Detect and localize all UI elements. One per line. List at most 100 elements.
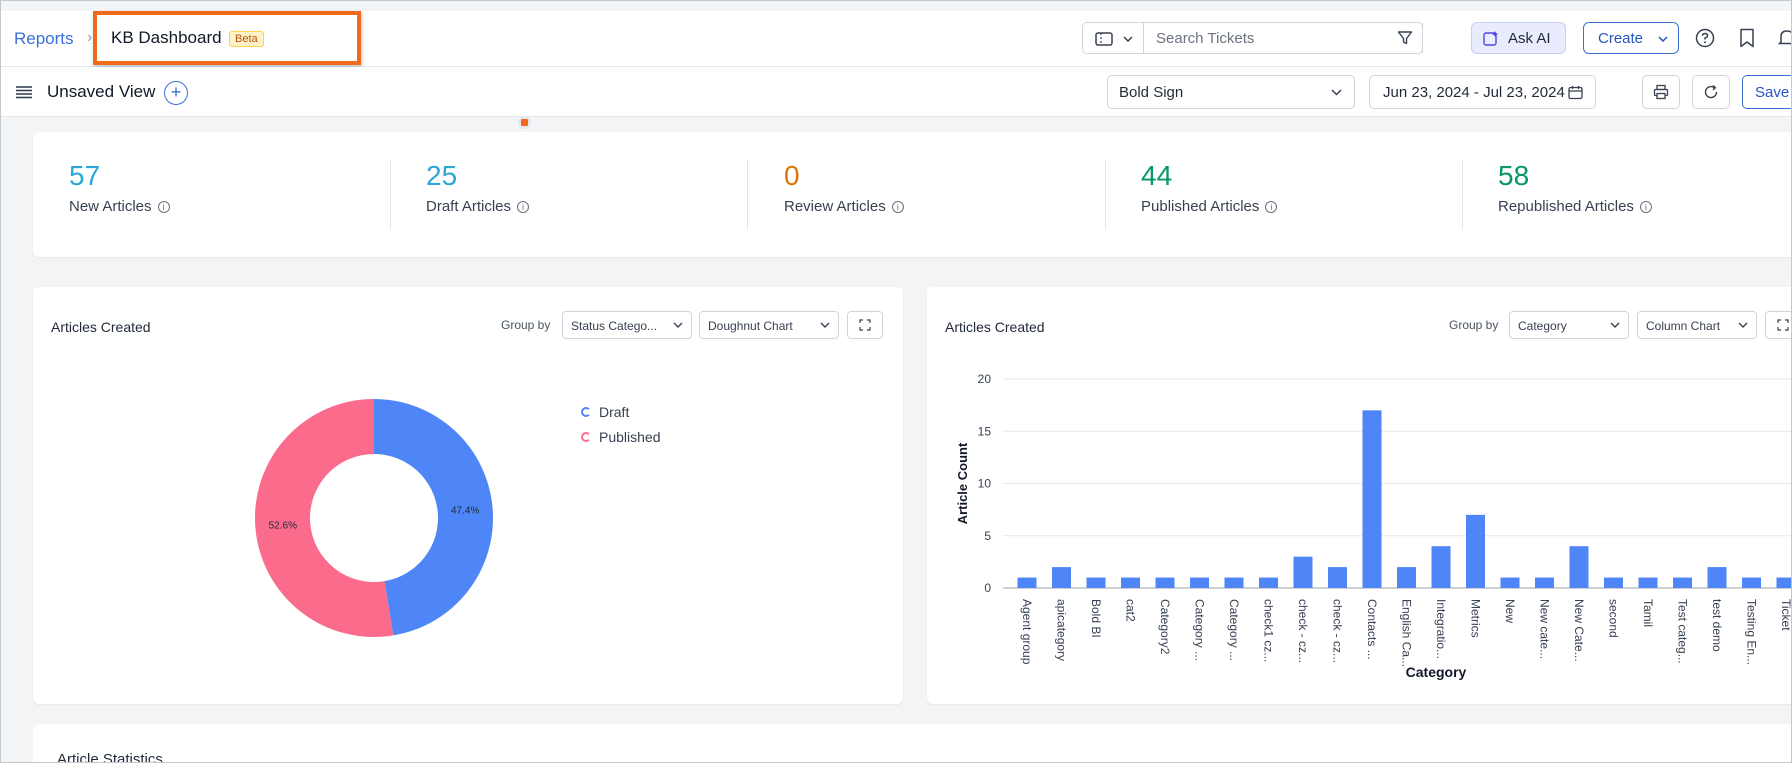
legend-label: Draft <box>599 403 630 420</box>
chart-legend: Draft Published <box>581 399 661 449</box>
bar[interactable] <box>1155 577 1175 588</box>
print-button[interactable] <box>1642 75 1680 109</box>
bar[interactable] <box>1293 556 1313 588</box>
stat-review-articles[interactable]: 0 Review Articles i <box>784 160 1142 230</box>
legend-label: Published <box>599 428 661 445</box>
bar[interactable] <box>1776 577 1792 588</box>
doughnut-chart: 47.4% 52.6% <box>255 399 494 637</box>
x-tick-label: apicategory <box>1055 599 1069 661</box>
bar[interactable] <box>1638 577 1658 588</box>
search-input[interactable] <box>1144 23 1384 53</box>
date-range-picker[interactable]: Jun 23, 2024 - Jul 23, 2024 <box>1369 75 1596 109</box>
add-view-button[interactable]: + <box>164 81 188 105</box>
expand-chart-button[interactable] <box>1765 311 1791 339</box>
bar[interactable] <box>1190 577 1209 588</box>
help-icon <box>1695 28 1715 48</box>
stat-label: Published Articles i <box>1141 198 1499 215</box>
bar[interactable] <box>1328 567 1347 588</box>
chevron-down-icon <box>1738 322 1748 328</box>
y-tick-label: 0 <box>984 581 991 595</box>
stat-value: 0 <box>784 160 800 191</box>
bar[interactable] <box>1259 577 1278 588</box>
info-icon[interactable]: i <box>1639 200 1652 213</box>
bar[interactable] <box>1397 567 1416 588</box>
beta-badge: Beta <box>229 31 264 47</box>
group-by-label: Group by <box>501 318 551 332</box>
stat-published-articles[interactable]: 44 Published Articles i <box>1141 160 1499 230</box>
group-by-select[interactable]: Category <box>1509 311 1629 339</box>
chevron-down-icon <box>1610 322 1620 328</box>
search-tickets-box <box>1143 22 1423 54</box>
bar[interactable] <box>1569 546 1589 588</box>
chart-title: Articles Created <box>51 319 151 335</box>
print-icon <box>1653 84 1669 100</box>
x-tick-label: New Cate... <box>1572 599 1586 662</box>
info-icon[interactable]: i <box>891 200 904 213</box>
notification-button[interactable] <box>1773 24 1791 52</box>
bar[interactable] <box>1121 577 1140 588</box>
stat-value: 44 <box>1141 160 1173 191</box>
bar[interactable] <box>1017 577 1037 588</box>
expand-chart-button[interactable] <box>847 311 883 339</box>
date-range-value: Jun 23, 2024 - Jul 23, 2024 <box>1383 84 1565 101</box>
stat-label-text: New Articles <box>69 198 152 215</box>
ask-ai-button[interactable]: Ask AI <box>1471 22 1566 54</box>
calendar-icon <box>1568 86 1583 100</box>
x-tick-label: test demo <box>1710 599 1724 652</box>
doughnut-chart-card: Articles Created Group by Status Catego.… <box>33 287 903 704</box>
filter-icon[interactable] <box>1397 30 1413 46</box>
brand-select-value: Bold Sign <box>1119 84 1184 101</box>
info-icon[interactable]: i <box>1265 200 1278 213</box>
chart-type-select[interactable]: Column Chart <box>1637 311 1757 339</box>
stat-draft-articles[interactable]: 25 Draft Articles i <box>426 160 784 230</box>
drag-handle[interactable] <box>518 116 531 129</box>
stat-label-text: Republished Articles <box>1498 198 1634 215</box>
bar[interactable] <box>1707 567 1727 588</box>
refresh-icon <box>1704 84 1718 99</box>
bar[interactable] <box>1535 577 1554 588</box>
column-chart-card: Articles Created Group by Category Colum… <box>927 287 1792 704</box>
x-tick-label: Contacts ... <box>1365 599 1379 660</box>
info-icon[interactable]: i <box>157 200 170 213</box>
refresh-button[interactable] <box>1692 75 1730 109</box>
ticket-icon <box>1095 32 1113 46</box>
menu-icon[interactable] <box>15 85 33 99</box>
bar[interactable] <box>1052 567 1071 588</box>
group-by-select[interactable]: Status Catego... <box>562 311 692 339</box>
bar[interactable] <box>1742 577 1761 588</box>
stat-republished-articles[interactable]: 58 Republished Articles i <box>1498 160 1791 230</box>
bar[interactable] <box>1431 546 1451 588</box>
bar[interactable] <box>1673 577 1692 588</box>
x-tick-label: Testing En... <box>1745 599 1759 665</box>
donut-slice-published[interactable] <box>255 399 394 637</box>
bar[interactable] <box>1500 577 1520 588</box>
bookmark-button[interactable] <box>1733 24 1761 52</box>
chart-type-value: Doughnut Chart <box>708 319 793 333</box>
bar[interactable] <box>1604 577 1623 588</box>
x-tick-label: Metrics <box>1469 599 1483 638</box>
stat-new-articles[interactable]: 57 New Articles i <box>69 160 427 230</box>
x-tick-label: Bold BI <box>1089 599 1103 638</box>
breadcrumb-reports-link[interactable]: Reports <box>14 29 74 49</box>
stats-card: 57 New Articles i 25 Draft Articles i 0 Re… <box>33 132 1791 257</box>
bar[interactable] <box>1362 410 1382 588</box>
legend-item-published[interactable]: Published <box>581 424 661 449</box>
bar[interactable] <box>1086 577 1106 588</box>
brand-select[interactable]: Bold Sign <box>1107 75 1355 109</box>
help-button[interactable] <box>1691 24 1719 52</box>
x-tick-label: Ticket <box>1779 599 1792 631</box>
ticket-type-dropdown[interactable] <box>1082 22 1144 54</box>
bar[interactable] <box>1466 514 1485 588</box>
x-tick-label: Category ... <box>1227 599 1241 661</box>
create-button[interactable]: Create <box>1583 22 1679 54</box>
info-icon[interactable]: i <box>517 200 530 213</box>
bookmark-icon <box>1740 28 1754 48</box>
legend-item-draft[interactable]: Draft <box>581 399 661 424</box>
bar[interactable] <box>1224 577 1244 588</box>
x-tick-label: Tamil <box>1641 599 1655 627</box>
donut-slice-draft[interactable] <box>374 399 494 636</box>
save-button[interactable]: Save <box>1742 75 1791 109</box>
chevron-down-icon <box>1658 36 1668 42</box>
chart-type-select[interactable]: Doughnut Chart <box>699 311 839 339</box>
section-title: Article Statistics <box>57 751 163 763</box>
